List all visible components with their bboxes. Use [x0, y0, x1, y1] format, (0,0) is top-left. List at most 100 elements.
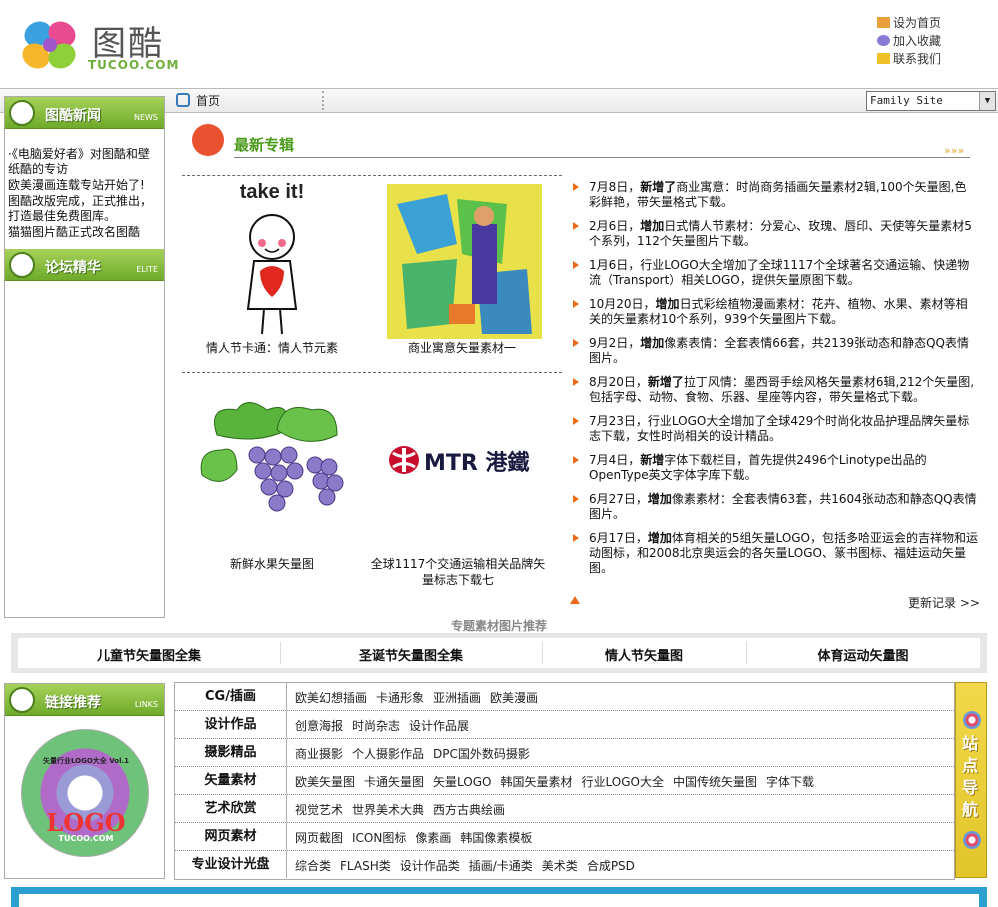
link-item[interactable]: 网页截图	[295, 831, 343, 845]
update-item[interactable]: 6月27日，增加像素素材：全套表情63套，共1604张动态和静态QQ表情图片。	[572, 492, 978, 522]
recommend-item[interactable]: 圣诞节矢量图全集	[280, 645, 542, 664]
feature-cell[interactable]: take it! 情人节卡通：情人节元素	[182, 179, 362, 356]
link-item[interactable]: FLASH类	[340, 859, 391, 873]
link-item[interactable]: 像素画	[415, 831, 451, 845]
fresh-fruit-image[interactable]	[192, 395, 352, 550]
link-item[interactable]: 视觉艺术	[295, 803, 343, 817]
recommend-item[interactable]: 体育运动矢量图	[746, 645, 980, 664]
links-category[interactable]: 设计作品	[175, 711, 287, 738]
link-item[interactable]: 卡通矢量图	[364, 775, 424, 789]
links-category[interactable]: 摄影精品	[175, 739, 287, 766]
links-category[interactable]: 矢量素材	[175, 767, 287, 794]
feature-badge-icon	[192, 124, 224, 156]
feature-cell[interactable]: MTR 港鐵 全球1117个交通运输相关品牌矢量标志下载七	[368, 395, 548, 588]
update-item[interactable]: 7月8日，新增了商业寓意：时尚商务插画矢量素材2辑,100个矢量图,色彩鲜艳，带…	[572, 180, 978, 210]
logo-cd-image[interactable]: 矢量行业LOGO大全 Vol.1 LOGO TUCOO.COM	[21, 729, 149, 857]
recommend-item[interactable]: 儿童节矢量图全集	[18, 645, 280, 664]
link-item[interactable]: 时尚杂志	[352, 719, 400, 733]
links-row: 摄影精品 商业摄影 个人摄影作品 DPC国外数码摄影	[175, 739, 954, 767]
feature-cell[interactable]: 商业寓意矢量素材一	[372, 179, 552, 356]
chevron-down-icon[interactable]: ▼	[979, 92, 995, 110]
family-site-select[interactable]: Family Site ▼	[866, 91, 996, 111]
link-item[interactable]: 个人摄影作品	[352, 747, 424, 761]
news-item[interactable]: 欧美漫画连载专站开始了!	[8, 178, 160, 193]
link-item[interactable]: 卡通形象	[376, 691, 424, 705]
update-list: 7月8日，新增了商业寓意：时尚商务插画矢量素材2辑,100个矢量图,色彩鲜艳，带…	[572, 180, 978, 585]
update-item[interactable]: 7月4日，新增字体下载栏目，首先提供2496个Linotype出品的OpenTy…	[572, 453, 978, 483]
link-item[interactable]: 欧美幻想插画	[295, 691, 367, 705]
news-item[interactable]: ·《电脑爱好者》对图酷和壁纸酷的专访	[8, 147, 160, 177]
links-badge-icon	[9, 687, 35, 713]
recommend-bar: 儿童节矢量图全集 圣诞节矢量图全集 情人节矢量图 体育运动矢量图	[11, 633, 987, 673]
link-item[interactable]: 字体下载	[766, 775, 814, 789]
links-category[interactable]: 网页素材	[175, 823, 287, 850]
business-puzzle-image[interactable]	[382, 179, 542, 339]
cell-caption[interactable]: 商业寓意矢量素材一	[372, 340, 552, 356]
forum-badge-icon	[9, 252, 35, 278]
link-item[interactable]: 插画/卡通类	[469, 859, 533, 873]
update-item[interactable]: 9月2日，增加像素表情：全套表情66套，共2139张动态和静态QQ表情图片。	[572, 336, 978, 366]
links-category[interactable]: CG/插画	[175, 683, 287, 710]
links-row: 矢量素材 欧美矢量图 卡通矢量图 矢量LOGO 韩国矢量素材 行业LOGO大全 中国传统矢…	[175, 767, 954, 795]
link-item[interactable]: 行业LOGO大全	[582, 775, 664, 789]
link-item[interactable]: 中国传统矢量图	[673, 775, 757, 789]
link-item[interactable]: 亚洲插画	[433, 691, 481, 705]
contact-us-link[interactable]: 联系我们	[877, 50, 941, 68]
home-icon	[877, 17, 890, 28]
update-item[interactable]: 10月20日，增加日式彩绘植物漫画素材：花卉、植物、水果、素材等相关的矢量素材1…	[572, 297, 978, 327]
link-item[interactable]: 韩国像素模板	[460, 831, 532, 845]
link-item[interactable]: 商业摄影	[295, 747, 343, 761]
set-homepage-link[interactable]: 设为首页	[877, 14, 941, 32]
heart-icon	[877, 35, 890, 46]
links-category[interactable]: 专业设计光盘	[175, 851, 287, 878]
update-item[interactable]: 2月6日，增加日式情人节素材：分爱心、玫瑰、唇印、天使等矢量素材5个系列，112…	[572, 219, 978, 249]
link-item[interactable]: 创意海报	[295, 719, 343, 733]
link-item[interactable]: 韩国矢量素材	[500, 775, 572, 789]
link-item[interactable]: 世界美术大典	[352, 803, 424, 817]
link-item[interactable]: 欧美矢量图	[295, 775, 355, 789]
mtr-logo-image[interactable]: MTR 港鐵	[378, 395, 538, 550]
update-item[interactable]: 7月23日，行业LOGO大全增加了全球429个时尚化妆品护理品牌矢量标志下载，女…	[572, 414, 978, 444]
news-item[interactable]: 猫猫图片酷正式改名图酷	[8, 225, 160, 240]
tucoo-logo-icon[interactable]	[18, 14, 82, 76]
link-item[interactable]: 设计作品展	[409, 719, 469, 733]
link-item[interactable]: 欧美漫画	[490, 691, 538, 705]
more-records-link[interactable]: 更新记录 >>	[908, 594, 980, 611]
mtr-logo-text: MTR 港鐵	[424, 451, 530, 476]
feature-cell[interactable]: 新鲜水果矢量图	[182, 395, 362, 572]
links-row: 网页素材 网页截图 ICON图标 像素画 韩国像素模板	[175, 823, 954, 851]
add-favorite-link[interactable]: 加入收藏	[877, 32, 941, 50]
nav-home-link[interactable]: 首页	[176, 92, 220, 109]
site-navigation-panel[interactable]: 站点导航	[955, 682, 987, 878]
link-item[interactable]: 合成PSD	[587, 859, 635, 873]
flower-icon	[963, 711, 981, 729]
link-item[interactable]: 矢量LOGO	[433, 775, 491, 789]
news-item[interactable]: 图酷改版完成，正式推出，打造最佳免费图库。	[8, 194, 160, 224]
feature-more-link[interactable]: »»»	[944, 144, 964, 157]
forum-section-header: 论坛精华 ELITE	[5, 249, 164, 281]
link-item[interactable]: 美术类	[542, 859, 578, 873]
link-item[interactable]: 设计作品类	[400, 859, 460, 873]
cell-caption[interactable]: 全球1117个交通运输相关品牌矢量标志下载七	[368, 556, 548, 588]
links-category[interactable]: 艺术欣赏	[175, 795, 287, 822]
update-item[interactable]: 6月17日，增加体育相关的5组矢量LOGO，包括多哈亚运会的吉祥物和运动图标，和…	[572, 531, 978, 576]
flower-icon	[963, 831, 981, 849]
feature-grid: take it! 情人节卡通：情人节元素 商业寓意矢量素材一 新鲜水果矢量图 M…	[182, 175, 562, 588]
valentine-cartoon-image[interactable]: take it!	[192, 179, 352, 335]
grid-divider	[182, 175, 562, 176]
link-item[interactable]: ICON图标	[352, 831, 406, 845]
scroll-top-icon[interactable]	[570, 596, 580, 604]
cell-caption[interactable]: 新鲜水果矢量图	[182, 556, 362, 572]
cell-caption[interactable]: 情人节卡通：情人节元素	[182, 340, 362, 356]
link-item[interactable]: 综合类	[295, 859, 331, 873]
left-sidebar: 图酷新闻 NEWS ·《电脑爱好者》对图酷和壁纸酷的专访 欧美漫画连载专站开始了…	[4, 96, 165, 618]
logo-subtext: TUCOO.COM	[88, 58, 180, 72]
link-item[interactable]: DPC国外数码摄影	[433, 747, 530, 761]
recommend-item[interactable]: 情人节矢量图	[542, 645, 746, 664]
links-row: 艺术欣赏 视觉艺术 世界美术大典 西方古典绘画	[175, 795, 954, 823]
links-sidebar: 链接推荐 LINKS 矢量行业LOGO大全 Vol.1 LOGO TUCOO.C…	[4, 683, 165, 879]
link-item[interactable]: 西方古典绘画	[433, 803, 505, 817]
update-item[interactable]: 8月20日，新增了拉丁风情：墨西哥手绘风格矢量素材6辑,212个矢量图,包括字母…	[572, 375, 978, 405]
update-item[interactable]: 1月6日，行业LOGO大全增加了全球1117个全球著名交通运输、快递物流（Tra…	[572, 258, 978, 288]
links-row: CG/插画 欧美幻想插画 卡通形象 亚洲插画 欧美漫画	[175, 683, 954, 711]
